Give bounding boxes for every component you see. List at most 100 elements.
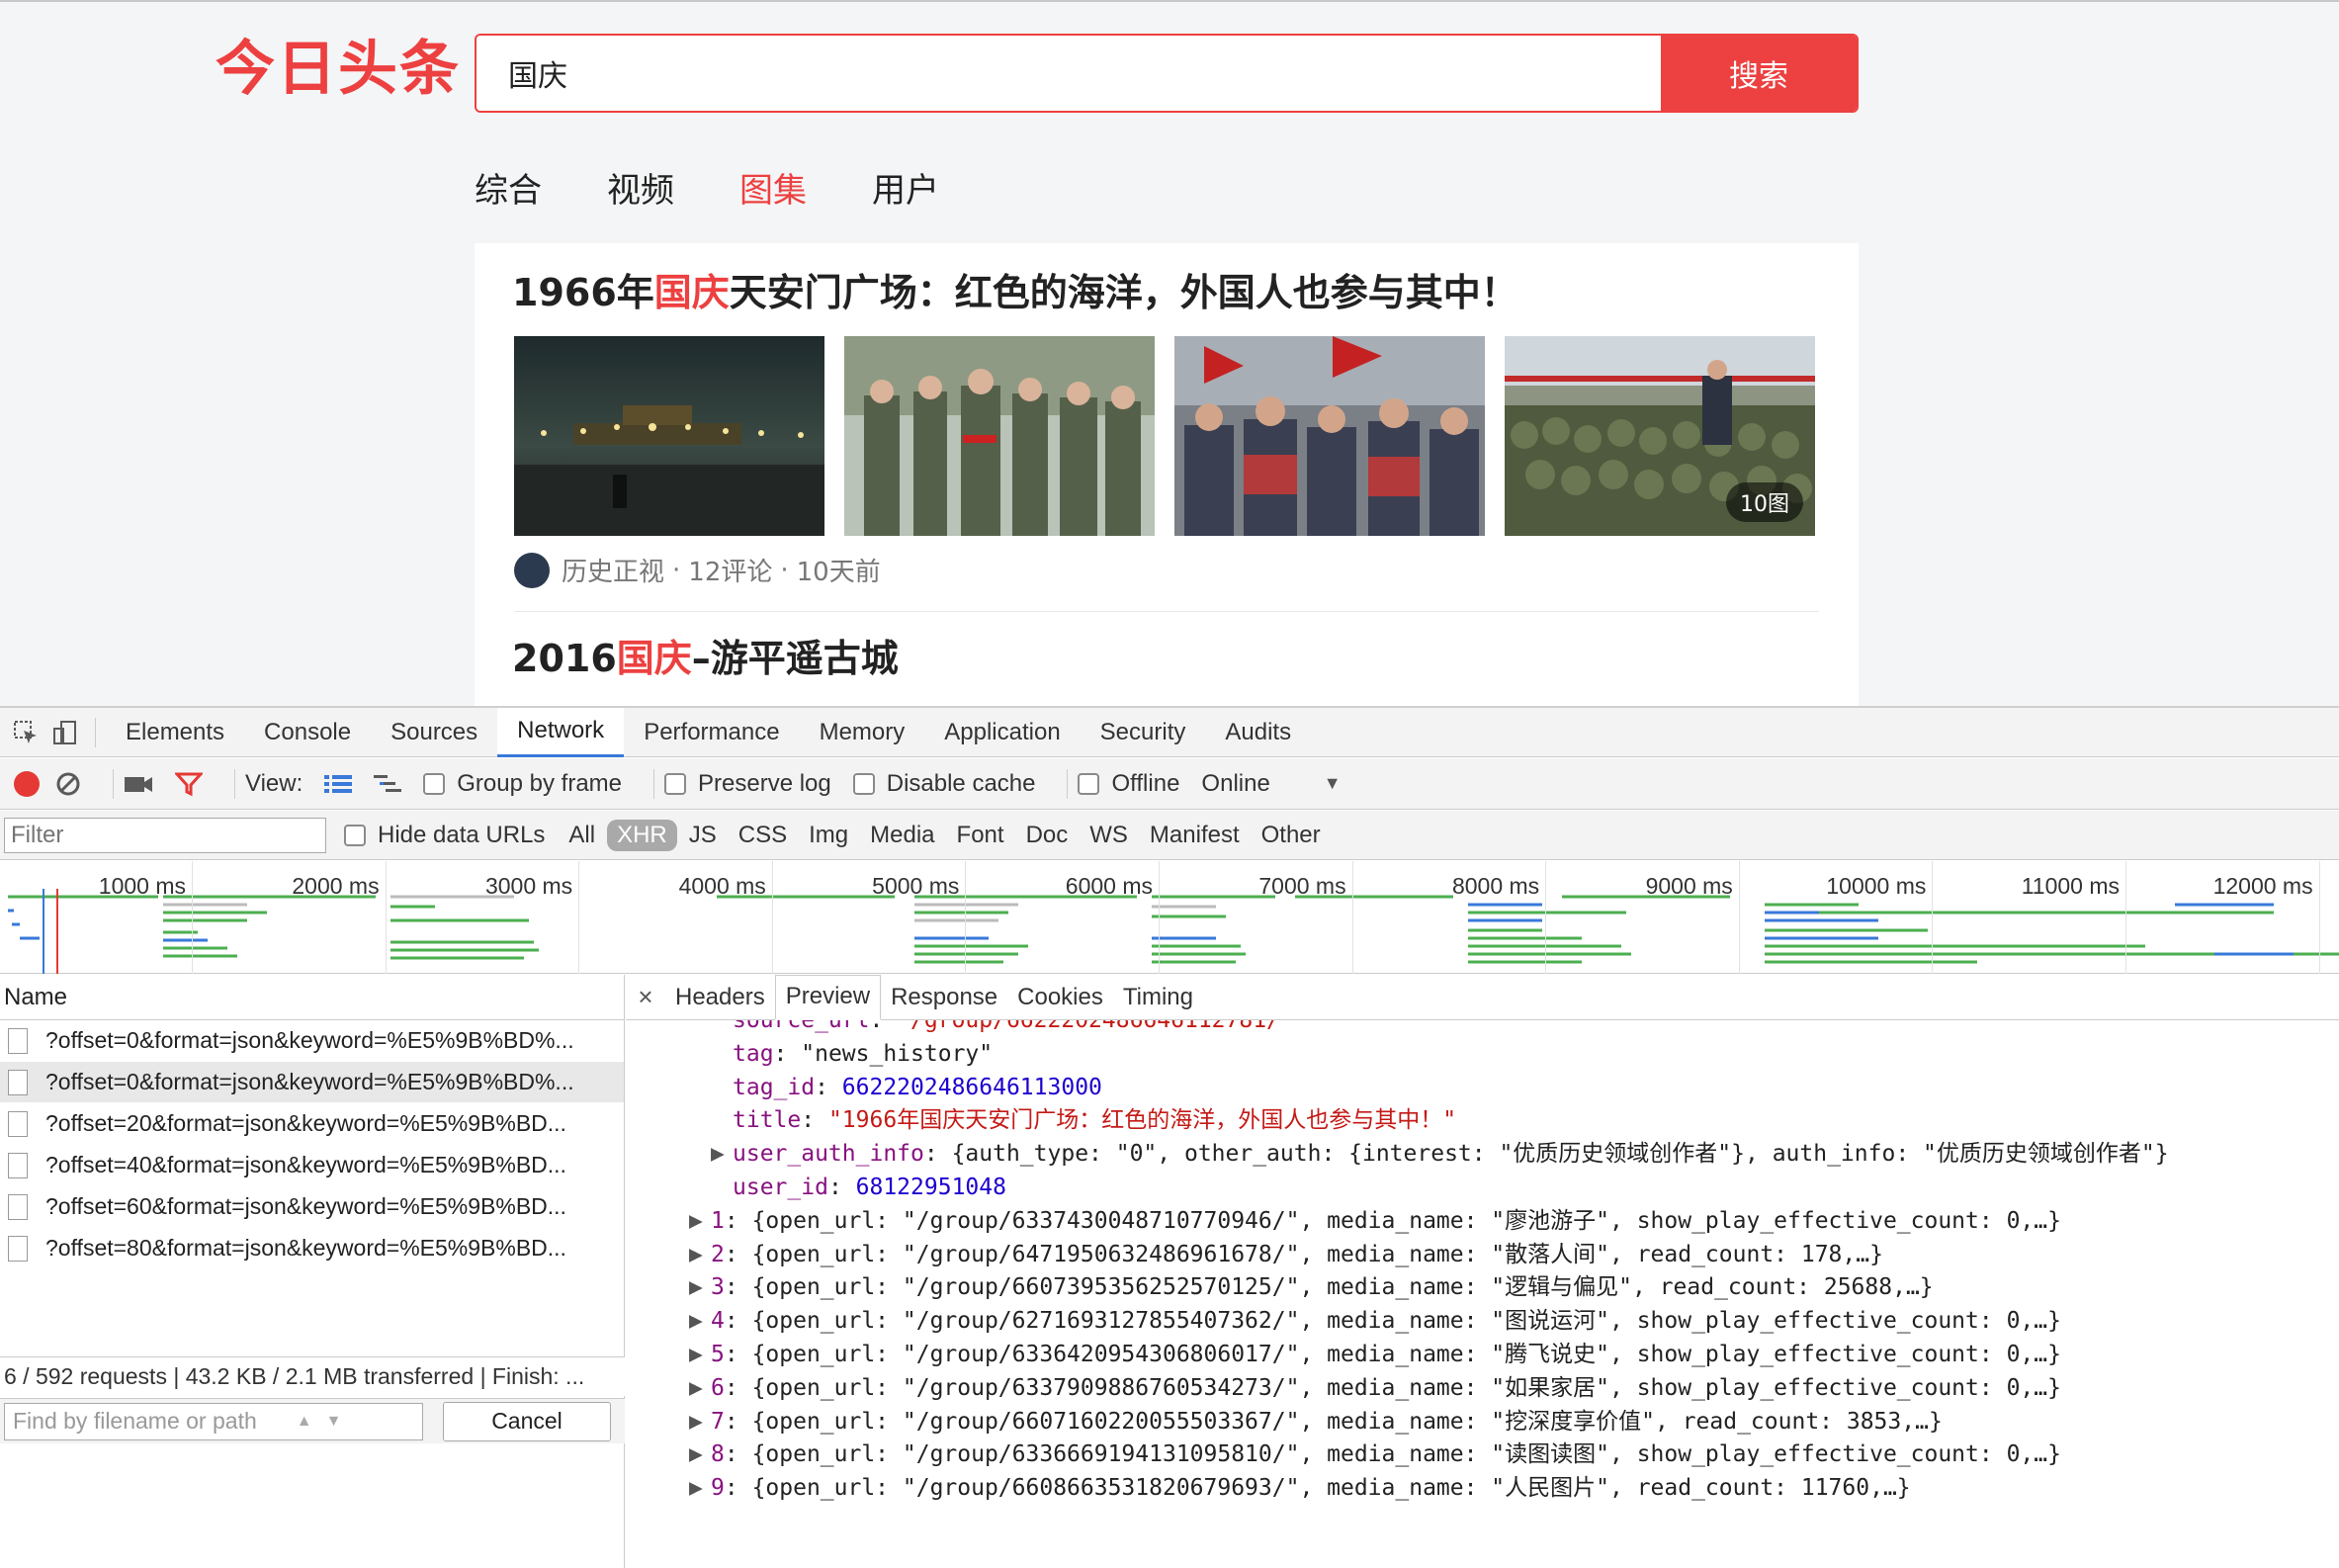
record-icon[interactable] [14, 770, 40, 797]
group-by-frame-checkbox[interactable]: Group by frame [423, 770, 622, 798]
tab-performance[interactable]: Performance [624, 708, 799, 757]
expand-arrow-icon[interactable]: ▶ [689, 1271, 711, 1305]
filter-type-media[interactable]: Media [860, 820, 944, 851]
filter-type-other[interactable]: Other [1252, 820, 1331, 851]
request-row[interactable]: ?offset=0&format=json&keyword=%E5%9B%BD%… [0, 1020, 624, 1062]
tab-security[interactable]: Security [1081, 708, 1206, 757]
expand-arrow-icon[interactable]: ▶ [689, 1438, 711, 1472]
find-next-icon[interactable]: ▼ [326, 1413, 342, 1431]
tab-audits[interactable]: Audits [1205, 708, 1311, 757]
disable-cache-checkbox[interactable]: Disable cache [852, 769, 1036, 798]
result-title[interactable]: 1966年国庆天安门广场：红色的海洋，外国人也参与其中！ [512, 265, 1518, 320]
filter-type-doc[interactable]: Doc [1016, 820, 1079, 851]
hide-data-urls-checkbox[interactable]: Hide data URLs [344, 822, 545, 849]
request-type-icon [8, 1193, 28, 1220]
result-tabs: 综合 视频 图集 用户 [475, 166, 1004, 216]
site-logo[interactable]: 今日头条 [216, 30, 461, 109]
avatar[interactable] [514, 552, 550, 588]
tab-headers[interactable]: Headers [665, 975, 775, 1020]
tab-application[interactable]: Application [924, 708, 1080, 757]
thumbnail-image[interactable] [844, 336, 1155, 536]
tab-network[interactable]: Network [497, 707, 625, 757]
tab-general[interactable]: 综合 [475, 166, 542, 216]
expand-arrow-icon[interactable]: ▶ [689, 1472, 711, 1506]
filter-type-manifest[interactable]: Manifest [1140, 820, 1250, 851]
expand-arrow-icon[interactable]: ▶ [689, 1406, 711, 1439]
timeline-gridline [1159, 861, 1160, 974]
tab-sources[interactable]: Sources [371, 708, 497, 757]
expand-arrow-icon[interactable]: ▶ [689, 1339, 711, 1372]
name-column-header[interactable]: Name [0, 975, 624, 1020]
device-toolbar-icon[interactable] [45, 713, 85, 752]
json-array-item[interactable]: ▶ 5: {open_url: "/group/63364209543068060… [626, 1339, 2339, 1372]
tab-gallery[interactable]: 图集 [739, 166, 807, 216]
filter-type-ws[interactable]: WS [1080, 820, 1138, 851]
tab-cookies[interactable]: Cookies [1007, 975, 1113, 1020]
disable-cache-label: Disable cache [886, 769, 1036, 797]
group-by-frame-label: Group by frame [457, 769, 622, 797]
screenshot-icon[interactable] [124, 773, 153, 795]
tab-console[interactable]: Console [244, 708, 371, 757]
request-row[interactable]: ?offset=0&format=json&keyword=%E5%9B%BD%… [0, 1062, 624, 1103]
json-array-item[interactable]: ▶ 3: {open_url: "/group/66073953562525701… [626, 1271, 2339, 1305]
json-array-item[interactable]: ▶ 4: {open_url: "/group/62716931278554073… [626, 1305, 2339, 1339]
tab-response[interactable]: Response [881, 975, 1007, 1020]
json-array-item[interactable]: ▶ 6: {open_url: "/group/63379098867605342… [626, 1372, 2339, 1406]
request-row[interactable]: ?offset=80&format=json&keyword=%E5%9B%BD… [0, 1228, 624, 1269]
throttling-select[interactable]: Online ▼ [1201, 770, 1341, 798]
waterfall-view-icon[interactable] [374, 773, 402, 795]
search-button[interactable]: 搜索 [1661, 36, 1857, 111]
filter-type-all[interactable]: All [559, 820, 605, 851]
tab-elements[interactable]: Elements [106, 708, 244, 757]
filter-type-font[interactable]: Font [947, 820, 1014, 851]
timeline-tick-label: 11000 ms [2021, 873, 2120, 899]
search-input[interactable] [476, 36, 1661, 111]
request-row[interactable]: ?offset=60&format=json&keyword=%E5%9B%BD… [0, 1186, 624, 1228]
tab-preview[interactable]: Preview [774, 974, 882, 1020]
expand-arrow-icon[interactable]: ▶ [689, 1239, 711, 1272]
request-row[interactable]: ?offset=40&format=json&keyword=%E5%9B%BD… [0, 1145, 624, 1186]
filter-type-xhr[interactable]: XHR [607, 819, 677, 851]
preserve-log-checkbox[interactable]: Preserve log [664, 770, 831, 798]
webpage: 今日头条 搜索 综合 视频 图集 用户 1966年国庆天安门广场：红色的海洋，外… [0, 0, 2339, 706]
json-array-item[interactable]: ▶ 2: {open_url: "/group/64719506324869616… [626, 1239, 2339, 1272]
json-array-item[interactable]: ▶ 1: {open_url: "/group/63374300487107709… [626, 1205, 2339, 1239]
title-prefix: 2016 [512, 637, 617, 680]
close-icon[interactable]: × [626, 982, 665, 1012]
expand-arrow-icon[interactable]: ▶ [711, 1138, 733, 1172]
clear-icon[interactable] [55, 771, 81, 797]
title-highlight: 国庆 [653, 271, 730, 314]
json-array-item[interactable]: ▶ 8: {open_url: "/group/63366691941310958… [626, 1438, 2339, 1472]
thumbnail-image[interactable] [514, 336, 824, 536]
json-expandable-line[interactable]: ▶ user_auth_info: {auth_type: "0", other_… [626, 1138, 2339, 1172]
filter-type-img[interactable]: Img [799, 820, 858, 851]
filter-icon[interactable] [175, 771, 203, 797]
request-name: ?offset=80&format=json&keyword=%E5%9B%BD… [45, 1235, 566, 1261]
tab-video[interactable]: 视频 [607, 166, 674, 216]
list-view-icon[interactable] [324, 773, 353, 795]
offline-checkbox[interactable]: Offline [1078, 770, 1179, 798]
find-input[interactable]: Find by filename or path ▲ ▼ [4, 1402, 423, 1440]
filter-type-js[interactable]: JS [679, 820, 727, 851]
json-array-item[interactable]: ▶ 7: {open_url: "/group/66071602200555033… [626, 1406, 2339, 1439]
timeline-gridline [771, 861, 773, 974]
expand-arrow-icon[interactable]: ▶ [689, 1205, 711, 1239]
inspect-element-icon[interactable] [6, 713, 45, 752]
tab-timing[interactable]: Timing [1113, 975, 1203, 1020]
request-row[interactable]: ?offset=20&format=json&keyword=%E5%9B%BD… [0, 1103, 624, 1145]
source-name[interactable]: 历史正视 [562, 552, 664, 588]
cancel-button[interactable]: Cancel [443, 1401, 611, 1441]
tab-memory[interactable]: Memory [800, 708, 925, 757]
thumbnail-image[interactable] [1174, 336, 1485, 536]
json-array-item[interactable]: ▶ 9: {open_url: "/group/66086635318206796… [626, 1472, 2339, 1506]
thumbnail-image[interactable]: 10图 [1505, 336, 1815, 536]
network-timeline-overview[interactable]: 1000 ms 2000 ms 3000 ms 4000 ms 5000 ms 6000 … [0, 861, 2339, 974]
filter-type-css[interactable]: CSS [729, 820, 797, 851]
expand-arrow-icon[interactable]: ▶ [689, 1305, 711, 1339]
tab-users[interactable]: 用户 [872, 166, 939, 216]
expand-arrow-icon[interactable]: ▶ [689, 1372, 711, 1406]
result-title[interactable]: 2016国庆–游平遥古城 [512, 631, 899, 686]
filter-input[interactable] [4, 817, 326, 853]
json-number: 6622202486646113000 [841, 1074, 1102, 1100]
find-prev-icon[interactable]: ▲ [297, 1413, 312, 1431]
